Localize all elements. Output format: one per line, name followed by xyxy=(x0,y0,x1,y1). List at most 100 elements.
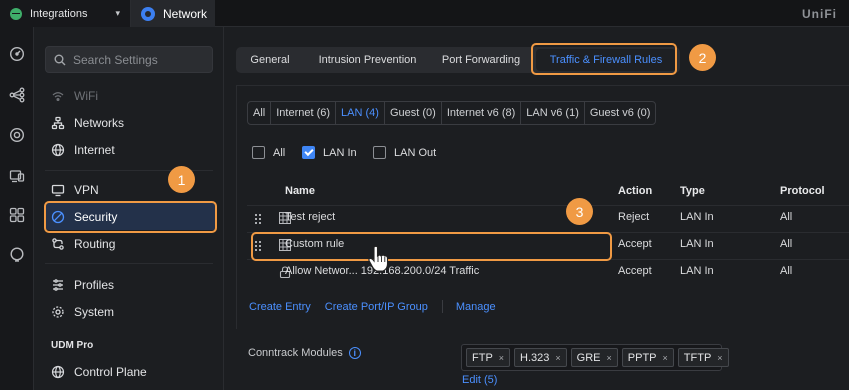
hand-cursor-icon xyxy=(368,245,389,272)
tab-port-forwarding[interactable]: Port Forwarding xyxy=(431,47,531,73)
sidebar-item-profiles[interactable]: Profiles xyxy=(45,271,217,298)
checkbox-label: LAN In xyxy=(323,146,357,159)
chevron-down-icon: ▾ xyxy=(115,8,120,18)
module-tag-pptp: PPTP × xyxy=(621,348,674,367)
workspace-switcher[interactable]: Integrations ▾ xyxy=(0,0,131,27)
clients-icon[interactable] xyxy=(9,168,25,184)
wifi-icon xyxy=(51,89,65,103)
checkbox-lan-out[interactable]: LAN Out xyxy=(373,146,436,159)
column-header-type[interactable]: Type xyxy=(680,185,705,197)
remove-tag-icon[interactable]: × xyxy=(607,353,612,363)
tab-general[interactable]: General xyxy=(236,47,304,73)
sidebar-item-networks[interactable]: Networks xyxy=(45,109,217,136)
filter-guest[interactable]: Guest (0) xyxy=(385,102,442,124)
insights-icon[interactable] xyxy=(9,207,25,223)
checkbox-lan-in[interactable]: LAN In xyxy=(302,146,357,159)
rule-action: Accept xyxy=(618,265,652,277)
dashboard-icon[interactable] xyxy=(9,46,25,62)
globe-icon xyxy=(10,7,22,20)
remove-tag-icon[interactable]: × xyxy=(499,353,504,363)
filter-lan[interactable]: LAN (4) xyxy=(336,102,385,124)
sidebar-item-label: System xyxy=(74,304,115,319)
edit-modules-link[interactable]: Edit (5) xyxy=(462,374,497,386)
icon-rail xyxy=(0,27,34,390)
checkbox-all[interactable]: All xyxy=(252,146,285,159)
sidebar-item-control-plane[interactable]: Control Plane xyxy=(45,358,217,385)
devices-icon[interactable] xyxy=(9,127,25,143)
step-badge-3: 3 xyxy=(566,198,593,225)
sidebar-item-label: Security xyxy=(74,209,118,224)
sidebar-item-label: WiFi xyxy=(74,88,98,103)
sidebar-item-security[interactable]: Security xyxy=(45,203,217,230)
settings-sidebar: WiFi Networks Internet VPN Security Rout… xyxy=(34,27,224,390)
tag-label: GRE xyxy=(576,351,601,364)
drag-handle-icon[interactable] xyxy=(255,240,263,251)
filter-internet[interactable]: Internet (6) xyxy=(271,102,337,124)
tag-label: H.323 xyxy=(520,351,550,364)
step-badge-2: 2 xyxy=(689,44,716,71)
networks-icon xyxy=(51,116,65,130)
module-tag-tftp: TFTP × xyxy=(677,348,729,367)
tag-label: TFTP xyxy=(683,351,712,364)
table-row[interactable]: Custom rule Accept LAN In All xyxy=(247,232,849,259)
sidebar-item-label: Profiles xyxy=(74,277,115,292)
sidebar-divider xyxy=(45,263,213,264)
drag-handle-icon[interactable] xyxy=(255,213,263,224)
top-bar: Integrations ▾ Network UniFi xyxy=(0,0,849,27)
tag-label: FTP xyxy=(472,351,493,364)
sidebar-item-label: VPN xyxy=(74,182,99,197)
rule-type: LAN In xyxy=(680,211,714,223)
topology-icon[interactable] xyxy=(9,87,25,103)
sidebar-item-system[interactable]: System xyxy=(45,298,217,325)
remove-tag-icon[interactable]: × xyxy=(717,353,722,363)
rule-category-filter: All Internet (6) LAN (4) Guest (0) Inter… xyxy=(247,101,657,125)
section-title-udm-pro: UDM Pro xyxy=(51,340,94,351)
sidebar-item-wifi[interactable]: WiFi xyxy=(45,82,217,109)
filter-guest-v6[interactable]: Guest v6 (0) xyxy=(585,102,656,124)
module-tag-ftp: FTP × xyxy=(466,348,511,367)
table-row[interactable]: Test reject Reject LAN In All xyxy=(247,205,849,232)
column-header-name[interactable]: Name xyxy=(285,185,315,197)
shield-icon xyxy=(51,210,65,224)
checkbox-box[interactable] xyxy=(252,146,265,159)
conntrack-modules-label: Conntrack Modules i xyxy=(248,347,361,359)
link-separator xyxy=(441,300,443,313)
app-tab-network[interactable]: Network xyxy=(131,0,215,27)
workspace-label: Integrations xyxy=(30,7,88,20)
routing-icon xyxy=(51,237,65,251)
sidebar-item-routing[interactable]: Routing xyxy=(45,230,217,257)
rule-action: Accept xyxy=(618,238,652,250)
create-port-ip-group-link[interactable]: Create Port/IP Group xyxy=(325,301,428,313)
search-input[interactable] xyxy=(73,52,203,67)
sidebar-item-label: Routing xyxy=(74,236,116,251)
rule-action: Reject xyxy=(618,211,650,223)
conntrack-modules-select[interactable]: FTP × H.323 × GRE × PPTP × TFTP × xyxy=(461,344,729,371)
manage-link[interactable]: Manage xyxy=(456,301,496,313)
tab-traffic-firewall-rules[interactable]: Traffic & Firewall Rules xyxy=(536,49,676,71)
checkbox-box[interactable] xyxy=(302,146,315,159)
column-header-protocol[interactable]: Protocol xyxy=(780,185,825,197)
checkbox-label: All xyxy=(273,146,286,159)
remove-tag-icon[interactable]: × xyxy=(663,353,668,363)
sidebar-item-label: Internet xyxy=(74,142,115,157)
rule-type: LAN In xyxy=(680,238,714,250)
table-row[interactable]: Allow Networ... 192.168.200.0/24 Traffic… xyxy=(247,259,849,286)
rule-name: Test reject xyxy=(285,211,336,223)
checkbox-box[interactable] xyxy=(373,146,386,159)
search-box[interactable] xyxy=(45,46,213,73)
filter-lan-v6[interactable]: LAN v6 (1) xyxy=(521,102,585,124)
settings-tabs: General Intrusion Prevention Port Forwar… xyxy=(236,47,680,73)
main-content: General Intrusion Prevention Port Forwar… xyxy=(225,27,849,390)
filter-internet-v6[interactable]: Internet v6 (8) xyxy=(442,102,522,124)
app-label: Network xyxy=(163,6,208,21)
column-header-action[interactable]: Action xyxy=(618,185,652,197)
tab-intrusion-prevention[interactable]: Intrusion Prevention xyxy=(304,47,431,73)
create-entry-link[interactable]: Create Entry xyxy=(249,301,311,313)
sidebar-item-internet[interactable]: Internet xyxy=(45,136,217,163)
brand-logo: UniFi xyxy=(802,7,837,21)
tag-label: PPTP xyxy=(627,351,657,364)
info-icon[interactable]: i xyxy=(348,347,361,359)
alerts-icon[interactable] xyxy=(9,247,25,263)
filter-all[interactable]: All xyxy=(248,102,272,124)
remove-tag-icon[interactable]: × xyxy=(555,353,560,363)
